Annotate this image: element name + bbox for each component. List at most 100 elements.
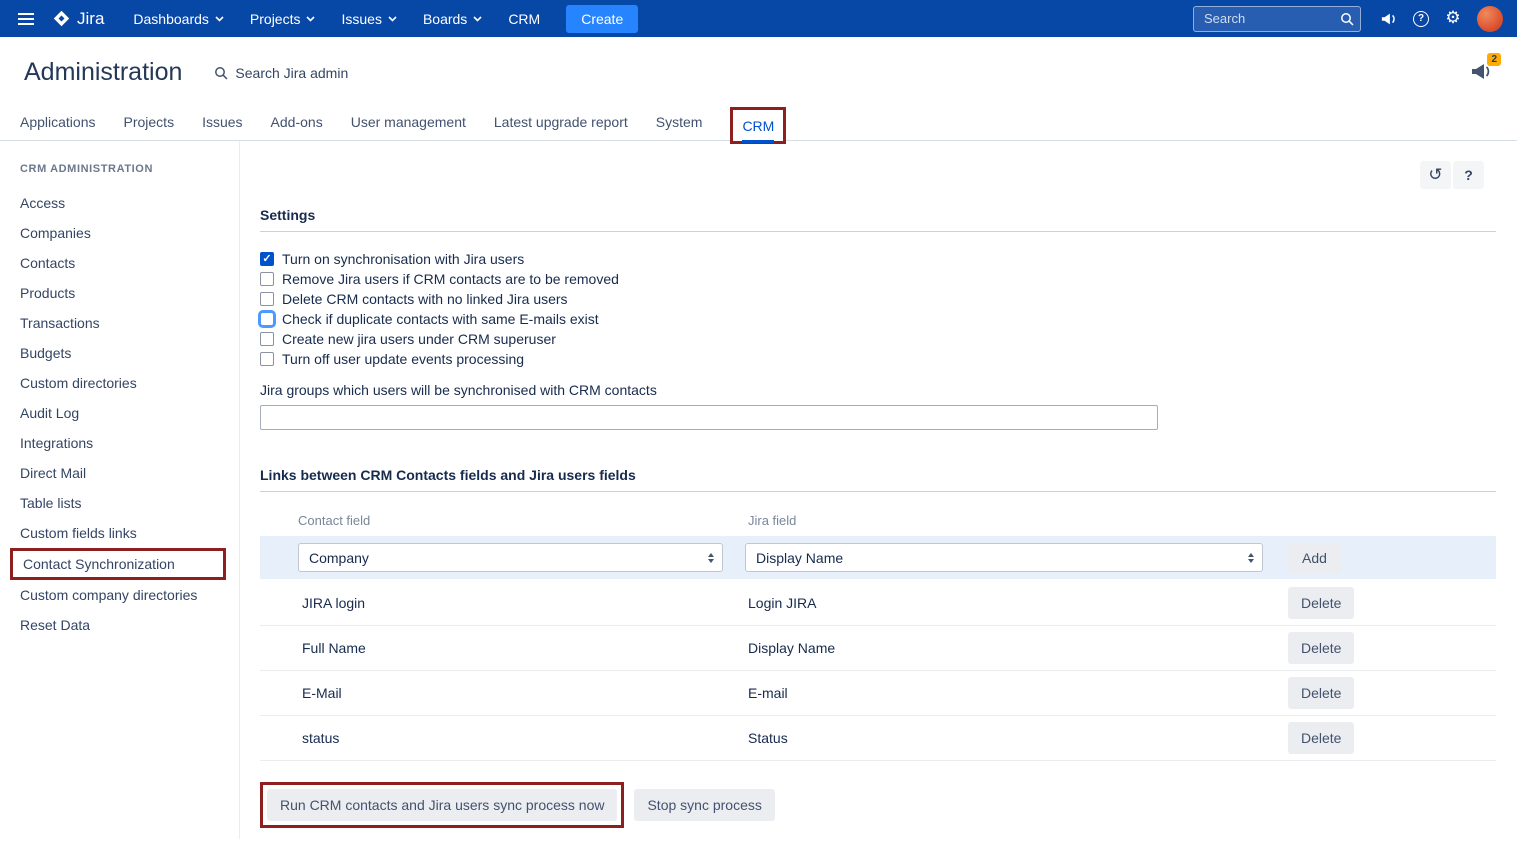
- checkbox-box[interactable]: [260, 352, 274, 366]
- link-row-full-name: Full Name Display Name Delete: [260, 626, 1496, 671]
- sidebar-item-transactions[interactable]: Transactions: [20, 308, 239, 338]
- top-navbar: Jira Dashboards Projects Issues Boards C…: [0, 0, 1517, 37]
- chevron-down-icon: [215, 16, 224, 22]
- user-avatar[interactable]: [1477, 6, 1503, 32]
- sidebar-item-contact-synchronization[interactable]: Contact Synchronization: [23, 551, 223, 577]
- megaphone-icon: [1380, 11, 1398, 27]
- checkbox-create-under-superuser[interactable]: Create new jira users under CRM superuse…: [260, 329, 1496, 349]
- admin-header: Administration Search Jira admin 2: [0, 37, 1517, 104]
- admin-tabs: Applications Projects Issues Add-ons Use…: [0, 104, 1517, 141]
- sidebar-item-table-lists[interactable]: Table lists: [20, 488, 239, 518]
- run-sync-button[interactable]: Run CRM contacts and Jira users sync pro…: [267, 789, 617, 821]
- delete-link-button[interactable]: Delete: [1288, 587, 1354, 619]
- admin-search-label: Search Jira admin: [235, 65, 348, 81]
- delete-link-button[interactable]: Delete: [1288, 677, 1354, 709]
- checkbox-remove-jira-users[interactable]: Remove Jira users if CRM contacts are to…: [260, 269, 1496, 289]
- sidebar-item-audit-log[interactable]: Audit Log: [20, 398, 239, 428]
- jira-groups-label: Jira groups which users will be synchron…: [260, 382, 1496, 398]
- hamburger-menu-icon[interactable]: [12, 12, 44, 26]
- tab-system[interactable]: System: [656, 103, 703, 140]
- checkbox-turn-off-update-events[interactable]: Turn off user update events processing: [260, 349, 1496, 369]
- delete-link-button[interactable]: Delete: [1288, 722, 1354, 754]
- checkbox-label: Turn on synchronisation with Jira users: [282, 251, 524, 267]
- help-button-navbar[interactable]: ?: [1405, 0, 1437, 37]
- jira-logo-text: Jira: [77, 9, 104, 29]
- refresh-button[interactable]: ↺: [1420, 161, 1451, 189]
- tab-user-management[interactable]: User management: [351, 103, 466, 140]
- search-icon: [214, 66, 228, 80]
- sidebar-item-custom-directories[interactable]: Custom directories: [20, 368, 239, 398]
- contact-field-cell: JIRA login: [290, 595, 735, 611]
- new-link-row: Company Display Name Add: [260, 536, 1496, 579]
- contact-field-select[interactable]: Company: [298, 543, 723, 572]
- tab-crm[interactable]: CRM: [742, 109, 774, 143]
- gear-icon: ⚙: [1445, 10, 1460, 27]
- sidebar-item-budgets[interactable]: Budgets: [20, 338, 239, 368]
- admin-search[interactable]: Search Jira admin: [214, 65, 348, 81]
- sidebar-item-access[interactable]: Access: [20, 188, 239, 218]
- nav-item-boards[interactable]: Boards: [410, 0, 495, 37]
- sidebar-item-companies[interactable]: Companies: [20, 218, 239, 248]
- select-arrows-icon: [708, 553, 714, 563]
- notification-badge: 2: [1487, 53, 1501, 66]
- tab-issues[interactable]: Issues: [202, 103, 242, 140]
- stop-sync-button[interactable]: Stop sync process: [634, 789, 774, 821]
- add-link-button[interactable]: Add: [1288, 543, 1341, 573]
- jira-logo[interactable]: Jira: [44, 9, 120, 29]
- tab-applications[interactable]: Applications: [20, 103, 96, 140]
- contact-field-cell: Full Name: [290, 640, 735, 656]
- nav-item-label: CRM: [508, 11, 540, 27]
- sidebar-item-custom-company-directories[interactable]: Custom company directories: [20, 580, 239, 610]
- jira-field-header: Jira field: [735, 513, 1280, 528]
- checkbox-label: Check if duplicate contacts with same E-…: [282, 311, 599, 327]
- page-toolbar: ↺ ?: [1420, 161, 1484, 189]
- tab-add-ons[interactable]: Add-ons: [271, 103, 323, 140]
- notifications-button[interactable]: 2: [1470, 61, 1492, 84]
- sidebar-item-reset-data[interactable]: Reset Data: [20, 610, 239, 640]
- sidebar-item-integrations[interactable]: Integrations: [20, 428, 239, 458]
- help-icon: ?: [1413, 11, 1429, 27]
- checkbox-box[interactable]: [260, 332, 274, 346]
- nav-item-issues[interactable]: Issues: [328, 0, 409, 37]
- jira-field-select[interactable]: Display Name: [745, 543, 1263, 572]
- sidebar-item-custom-fields-links[interactable]: Custom fields links: [20, 518, 239, 548]
- checkbox-box[interactable]: [260, 252, 274, 266]
- checkbox-duplicate-emails[interactable]: Check if duplicate contacts with same E-…: [260, 309, 1496, 329]
- link-row-email: E-Mail E-mail Delete: [260, 671, 1496, 716]
- jira-groups-input[interactable]: [260, 405, 1158, 430]
- tab-projects[interactable]: Projects: [124, 103, 175, 140]
- checkbox-label: Create new jira users under CRM superuse…: [282, 331, 556, 347]
- nav-item-crm[interactable]: CRM: [495, 0, 553, 37]
- table-header-row: Contact field Jira field: [260, 504, 1496, 536]
- settings-divider: [260, 231, 1496, 232]
- links-divider: [260, 491, 1496, 492]
- sidebar-item-contacts[interactable]: Contacts: [20, 248, 239, 278]
- navbar-search-input[interactable]: [1193, 6, 1361, 32]
- contact-field-select-value: Company: [309, 550, 369, 566]
- checkbox-box[interactable]: [260, 272, 274, 286]
- sync-actions: Run CRM contacts and Jira users sync pro…: [260, 782, 1496, 828]
- checkbox-delete-crm-contacts[interactable]: Delete CRM contacts with no linked Jira …: [260, 289, 1496, 309]
- delete-link-button[interactable]: Delete: [1288, 632, 1354, 664]
- create-button[interactable]: Create: [566, 5, 638, 33]
- tab-latest-upgrade-report[interactable]: Latest upgrade report: [494, 103, 628, 140]
- nav-item-label: Boards: [423, 11, 467, 27]
- settings-button[interactable]: ⚙: [1437, 0, 1469, 37]
- refresh-icon: ↺: [1428, 167, 1442, 184]
- field-links-table: Contact field Jira field Company Display…: [260, 504, 1496, 761]
- checkbox-box[interactable]: [260, 312, 274, 326]
- nav-item-dashboards[interactable]: Dashboards: [120, 0, 237, 37]
- page-title: Administration: [24, 58, 182, 87]
- contact-field-header: Contact field: [290, 513, 735, 528]
- navbar-search: [1193, 6, 1361, 32]
- checkbox-turn-on-sync[interactable]: Turn on synchronisation with Jira users: [260, 249, 1496, 269]
- help-button-page[interactable]: ?: [1453, 161, 1484, 189]
- nav-item-projects[interactable]: Projects: [237, 0, 329, 37]
- sidebar-item-products[interactable]: Products: [20, 278, 239, 308]
- sidebar-item-direct-mail[interactable]: Direct Mail: [20, 458, 239, 488]
- link-row-status: status Status Delete: [260, 716, 1496, 761]
- checkbox-box[interactable]: [260, 292, 274, 306]
- help-icon: ?: [1464, 167, 1473, 183]
- jira-field-cell: Login JIRA: [735, 595, 1280, 611]
- announcements-button[interactable]: [1373, 0, 1405, 37]
